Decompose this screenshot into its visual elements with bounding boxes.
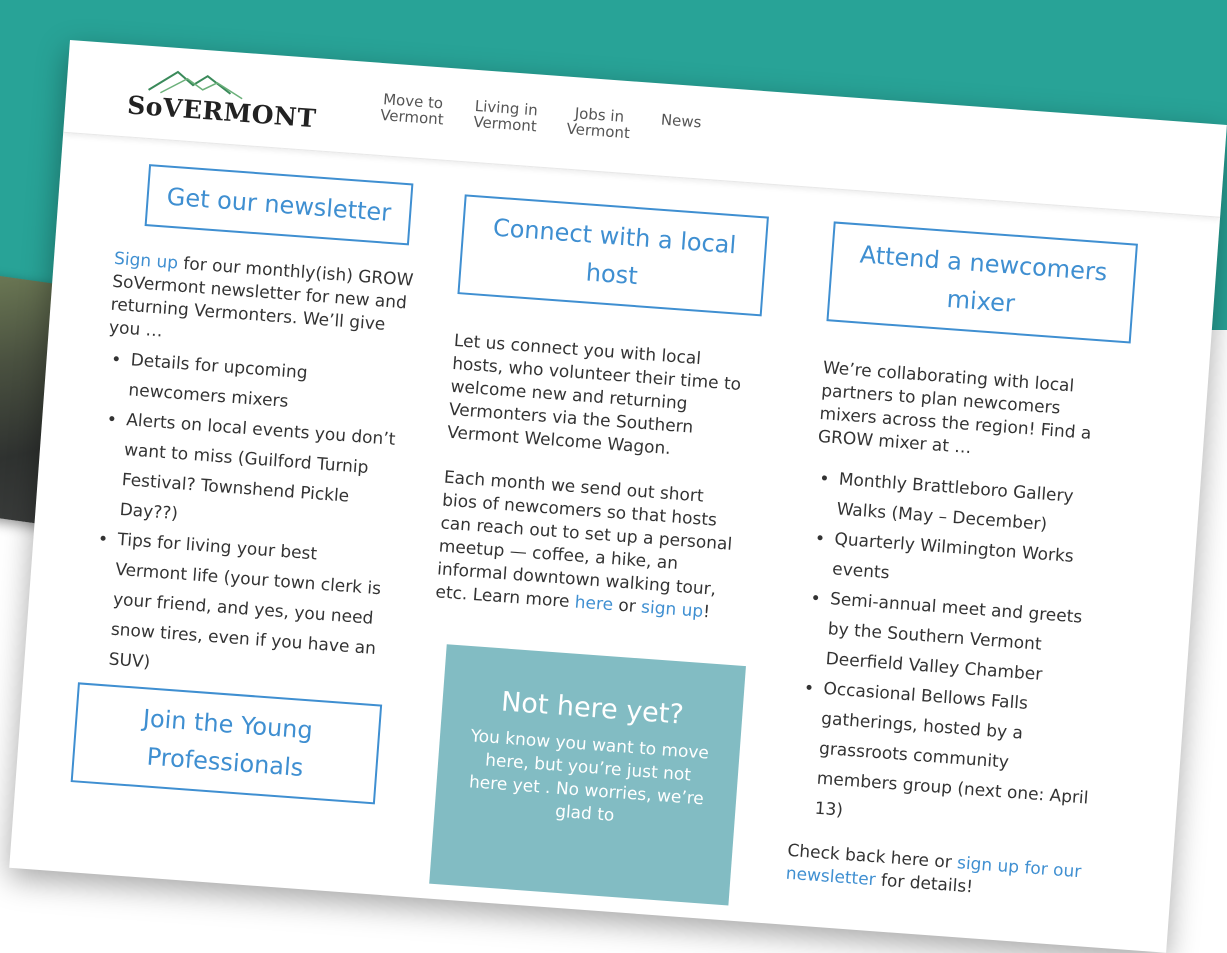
not-here-text: You know you want to move here, but you’… [468,726,710,826]
join-young-professionals-button[interactable]: Join the Young Professionals [70,682,383,805]
here-link[interactable]: here [574,593,614,616]
main-nav: Move to Vermont Living in Vermont Jobs i… [380,90,702,147]
exclamation-text: ! [702,601,711,623]
logo-text: SoVERMONT [126,90,318,134]
mixer-intro: We’re collaborating with local partners … [817,358,1093,459]
newsletter-intro: Sign up for our monthly(ish) GROW SoVerm… [108,248,414,362]
attend-mixer-button[interactable]: Attend a newcomers mixer [826,221,1138,344]
young-professionals-section: Join the Young Professionals [70,682,383,805]
mixer-column: Attend a newcomers mixer We’re collabora… [785,221,1138,908]
nav-jobs-in-vermont[interactable]: Jobs in Vermont [566,104,632,142]
newsletter-benefits-list: Details for upcoming newcomers mixers Al… [84,344,407,695]
list-item: Tips for living your best Vermont life (… [108,525,394,695]
mixer-list: Monthly Brattleboro Gallery Walks (May –… [790,463,1116,844]
nav-living-in-vermont[interactable]: Living in Vermont [473,97,539,136]
sign-up-link[interactable]: sign up [640,597,703,621]
host-column: Connect with a local host Let us connect… [435,194,769,627]
webpage-screenshot: SoVERMONT Move to Vermont Living in Verm… [9,40,1227,953]
mixer-followup: Check back here or sign up for our newsl… [785,840,1088,908]
sign-up-link[interactable]: Sign up [113,249,178,274]
connect-local-host-button[interactable]: Connect with a local host [457,194,769,317]
not-here-title: Not here yet? [500,686,685,731]
host-details: Each month we send out short bios of new… [435,467,744,627]
get-newsletter-button[interactable]: Get our newsletter [144,164,414,246]
or-text: or [612,595,642,618]
host-description: Let us connect you with local hosts, who… [446,330,742,460]
newsletter-column: Get our newsletter Sign up for our month… [84,162,421,695]
list-item: Alerts on local events you don’t want to… [119,405,403,545]
followup-end: for details! [874,870,974,898]
nav-move-to-vermont[interactable]: Move to Vermont [380,90,446,128]
nav-news[interactable]: News [659,111,702,147]
not-here-yet-panel: Not here yet? You know you want to move … [429,644,746,906]
site-logo[interactable]: SoVERMONT [116,64,317,135]
host-details-text: Each month we send out short bios of new… [434,467,733,613]
list-item: Occasional Bellows Falls gatherings, hos… [814,674,1100,844]
